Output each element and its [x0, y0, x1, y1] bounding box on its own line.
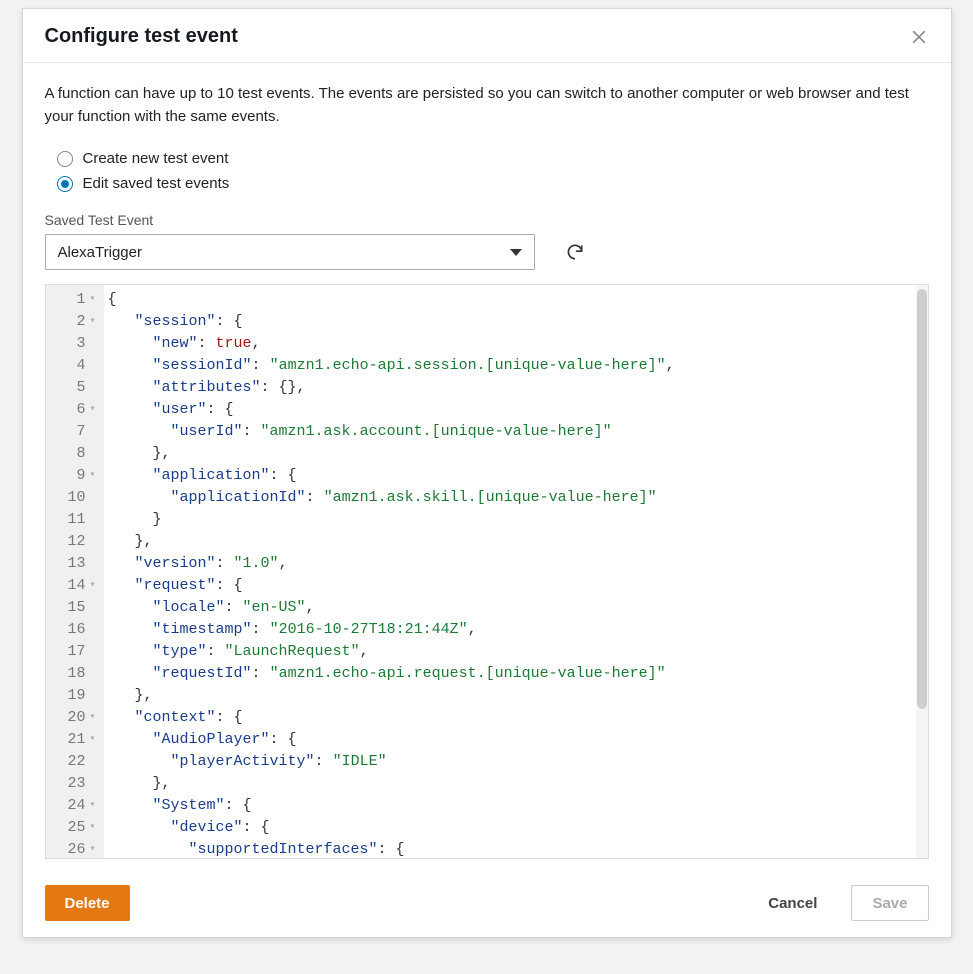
- gutter-line: 26▾: [46, 839, 96, 861]
- gutter-line: 17: [46, 641, 96, 663]
- close-icon[interactable]: [909, 27, 929, 47]
- refresh-icon[interactable]: [565, 242, 585, 262]
- code-line[interactable]: "playerActivity": "IDLE": [108, 751, 928, 773]
- code-line[interactable]: "userId": "amzn1.ask.account.[unique-val…: [108, 421, 928, 443]
- gutter-line: 1▾: [46, 289, 96, 311]
- fold-icon[interactable]: ▾: [88, 311, 96, 333]
- saved-test-event-row: AlexaTrigger: [45, 234, 929, 270]
- code-line[interactable]: "user": {: [108, 399, 928, 421]
- save-button[interactable]: Save: [851, 885, 928, 921]
- fold-icon[interactable]: ▾: [88, 839, 96, 861]
- code-line[interactable]: "type": "LaunchRequest",: [108, 641, 928, 663]
- gutter-line: 24▾: [46, 795, 96, 817]
- gutter-line: 9▾: [46, 465, 96, 487]
- radio-label: Edit saved test events: [83, 175, 230, 192]
- code-line[interactable]: "System": {: [108, 795, 928, 817]
- code-line[interactable]: "session": {: [108, 311, 928, 333]
- gutter-line: 18: [46, 663, 96, 685]
- code-line[interactable]: "version": "1.0",: [108, 553, 928, 575]
- gutter-line: 10: [46, 487, 96, 509]
- modal-description: A function can have up to 10 test events…: [45, 83, 929, 128]
- code-line[interactable]: "AudioPlayer": {: [108, 729, 928, 751]
- gutter-line: 15: [46, 597, 96, 619]
- gutter-line: 22: [46, 751, 96, 773]
- code-line[interactable]: },: [108, 685, 928, 707]
- gutter-line: 5: [46, 377, 96, 399]
- code-line[interactable]: "application": {: [108, 465, 928, 487]
- code-line[interactable]: "device": {: [108, 817, 928, 839]
- radio-icon: [57, 151, 73, 167]
- gutter-line: 3: [46, 333, 96, 355]
- modal-body: A function can have up to 10 test events…: [23, 63, 951, 863]
- fold-icon[interactable]: ▾: [88, 289, 96, 311]
- configure-test-event-modal: Configure test event A function can have…: [22, 8, 952, 938]
- gutter-line: 13: [46, 553, 96, 575]
- gutter-line: 11: [46, 509, 96, 531]
- gutter-line: 16: [46, 619, 96, 641]
- code-line[interactable]: },: [108, 531, 928, 553]
- code-line[interactable]: },: [108, 773, 928, 795]
- fold-icon[interactable]: ▾: [88, 795, 96, 817]
- gutter-line: 2▾: [46, 311, 96, 333]
- gutter-line: 21▾: [46, 729, 96, 751]
- modal-title: Configure test event: [45, 25, 238, 48]
- code-line[interactable]: "timestamp": "2016-10-27T18:21:44Z",: [108, 619, 928, 641]
- cancel-button[interactable]: Cancel: [748, 885, 837, 921]
- gutter-line: 7: [46, 421, 96, 443]
- scrollbar-thumb[interactable]: [917, 289, 927, 709]
- event-mode-radio-group: Create new test event Edit saved test ev…: [57, 150, 929, 192]
- radio-icon: [57, 176, 73, 192]
- gutter-line: 6▾: [46, 399, 96, 421]
- gutter-line: 23: [46, 773, 96, 795]
- fold-icon[interactable]: ▾: [88, 817, 96, 839]
- scrollbar-track[interactable]: [916, 285, 928, 858]
- code-line[interactable]: }: [108, 509, 928, 531]
- gutter-line: 4: [46, 355, 96, 377]
- radio-edit-saved[interactable]: Edit saved test events: [57, 175, 929, 192]
- gutter-line: 20▾: [46, 707, 96, 729]
- code-line[interactable]: "supportedInterfaces": {: [108, 839, 928, 858]
- code-line[interactable]: {: [108, 289, 928, 311]
- gutter-line: 12: [46, 531, 96, 553]
- code-line[interactable]: "sessionId": "amzn1.echo-api.session.[un…: [108, 355, 928, 377]
- fold-icon[interactable]: ▾: [88, 465, 96, 487]
- code-line[interactable]: "new": true,: [108, 333, 928, 355]
- code-line[interactable]: "requestId": "amzn1.echo-api.request.[un…: [108, 663, 928, 685]
- chevron-down-icon: [510, 249, 522, 256]
- fold-icon[interactable]: ▾: [88, 729, 96, 751]
- code-line[interactable]: "attributes": {},: [108, 377, 928, 399]
- gutter-line: 25▾: [46, 817, 96, 839]
- code-line[interactable]: "applicationId": "amzn1.ask.skill.[uniqu…: [108, 487, 928, 509]
- code-line[interactable]: "request": {: [108, 575, 928, 597]
- gutter-line: 14▾: [46, 575, 96, 597]
- radio-create-new[interactable]: Create new test event: [57, 150, 929, 167]
- editor-code[interactable]: { "session": { "new": true, "sessionId":…: [104, 285, 928, 858]
- code-line[interactable]: },: [108, 443, 928, 465]
- modal-header: Configure test event: [23, 9, 951, 63]
- radio-label: Create new test event: [83, 150, 229, 167]
- saved-test-event-label: Saved Test Event: [45, 212, 929, 228]
- saved-test-event-select[interactable]: AlexaTrigger: [45, 234, 535, 270]
- gutter-line: 19: [46, 685, 96, 707]
- code-line[interactable]: "locale": "en-US",: [108, 597, 928, 619]
- fold-icon[interactable]: ▾: [88, 399, 96, 421]
- delete-button[interactable]: Delete: [45, 885, 130, 921]
- select-value: AlexaTrigger: [58, 244, 142, 261]
- code-line[interactable]: "context": {: [108, 707, 928, 729]
- json-editor[interactable]: 1▾2▾3456▾789▾1011121314▾151617181920▾21▾…: [45, 284, 929, 859]
- fold-icon[interactable]: ▾: [88, 575, 96, 597]
- editor-gutter: 1▾2▾3456▾789▾1011121314▾151617181920▾21▾…: [46, 285, 104, 858]
- fold-icon[interactable]: ▾: [88, 707, 96, 729]
- modal-footer: Delete Cancel Save: [23, 871, 951, 937]
- gutter-line: 8: [46, 443, 96, 465]
